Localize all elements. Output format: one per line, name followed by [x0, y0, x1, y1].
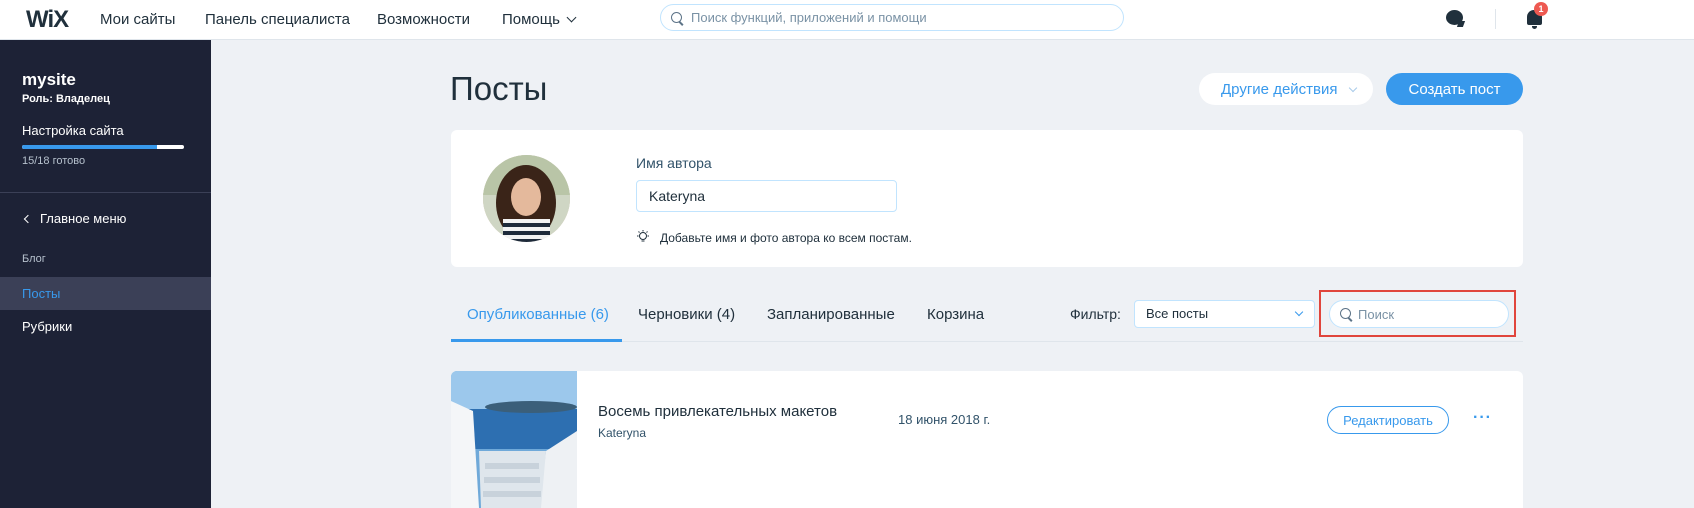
- setup-progress-text: 15/18 готово: [22, 155, 86, 167]
- author-name-label: Имя автора: [636, 155, 712, 171]
- post-thumbnail[interactable]: [451, 371, 577, 508]
- more-actions-label: Другие действия: [1221, 80, 1338, 98]
- more-options-icon[interactable]: ···: [1473, 409, 1492, 427]
- main-menu-label: Главное меню: [40, 211, 127, 226]
- divider: [0, 192, 211, 193]
- post-author: Kateryna: [598, 426, 647, 440]
- filter-selected-value: Все посты: [1146, 306, 1209, 321]
- notification-badge: 1: [1534, 2, 1548, 16]
- filter-dropdown[interactable]: Все посты: [1134, 300, 1315, 328]
- post-title[interactable]: Восемь привлекательных макетов: [598, 403, 837, 420]
- top-search[interactable]: [660, 4, 1124, 31]
- nav-features[interactable]: Возможности: [377, 11, 470, 28]
- setup-progress-bar: [22, 145, 184, 149]
- search-icon: [671, 12, 683, 24]
- tab-scheduled[interactable]: Запланированные: [767, 306, 895, 323]
- active-tab-indicator: [451, 339, 622, 342]
- tab-drafts[interactable]: Черновики (4): [638, 306, 735, 323]
- post-card[interactable]: Восемь привлекательных макетов Kateryna …: [451, 371, 1523, 508]
- author-name-input[interactable]: [636, 180, 897, 212]
- post-image: [451, 371, 577, 508]
- nav-help[interactable]: Помощь: [502, 11, 577, 28]
- chevron-down-icon: [1348, 83, 1357, 92]
- site-setup-label[interactable]: Настройка сайта: [22, 123, 124, 138]
- more-actions-button[interactable]: Другие действия: [1199, 73, 1373, 105]
- setup-progress-fill: [22, 145, 157, 149]
- sidebar-item-posts[interactable]: Посты: [0, 277, 211, 310]
- author-avatar[interactable]: [483, 155, 570, 242]
- tab-published[interactable]: Опубликованные (6): [467, 306, 609, 323]
- tab-trash[interactable]: Корзина: [927, 306, 984, 323]
- nav-my-sites[interactable]: Мои сайты: [100, 11, 175, 28]
- site-name: mysite: [22, 70, 76, 89]
- top-bar: WiX Мои сайты Панель специалиста Возможн…: [0, 0, 1694, 40]
- author-card: Имя автора Добавьте имя и фото автора ко…: [451, 130, 1523, 267]
- divider: [1495, 9, 1496, 29]
- chevron-left-icon: [23, 214, 33, 224]
- highlight-box: [1319, 290, 1516, 337]
- filter-label: Фильтр:: [1070, 306, 1121, 322]
- author-photo: [483, 155, 570, 242]
- section-label-blog: Блог: [22, 253, 46, 265]
- chevron-down-icon: [566, 12, 577, 23]
- main-menu-link[interactable]: Главное меню: [22, 211, 126, 226]
- edit-post-button[interactable]: Редактировать: [1327, 406, 1449, 434]
- sidebar: mysite Роль: Владелец Настройка сайта 15…: [0, 40, 211, 508]
- sidebar-item-categories[interactable]: Рубрики: [0, 310, 211, 343]
- wix-logo[interactable]: WiX: [26, 6, 69, 34]
- top-search-input[interactable]: [691, 10, 1123, 25]
- lightbulb-icon: [637, 230, 649, 242]
- create-post-button[interactable]: Создать пост: [1386, 73, 1523, 105]
- chevron-down-icon: [1294, 307, 1304, 317]
- chat-icon[interactable]: [1446, 10, 1463, 25]
- author-hint: Добавьте имя и фото автора ко всем поста…: [660, 231, 912, 245]
- post-date: 18 июня 2018 г.: [898, 412, 991, 427]
- nav-help-label: Помощь: [502, 11, 560, 28]
- nav-partner-dashboard[interactable]: Панель специалиста: [205, 11, 350, 28]
- page-title: Посты: [450, 70, 548, 107]
- site-role: Роль: Владелец: [22, 93, 110, 105]
